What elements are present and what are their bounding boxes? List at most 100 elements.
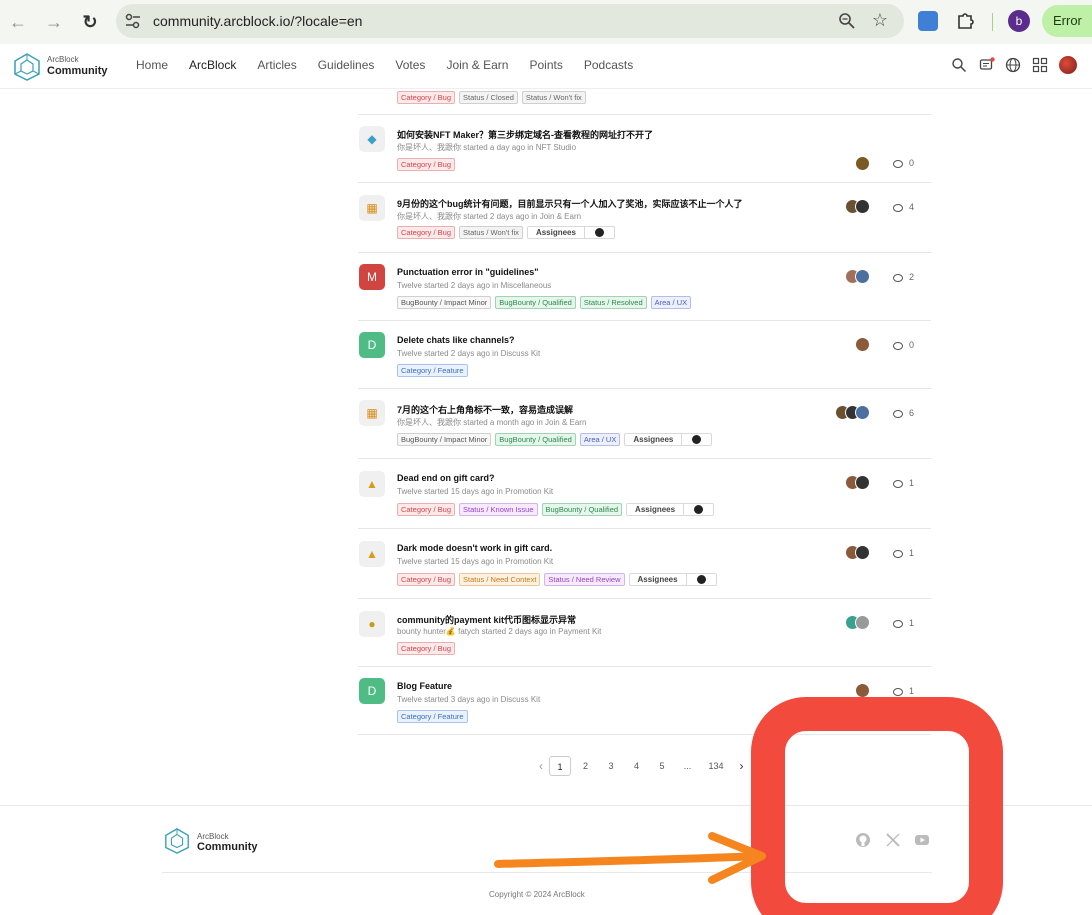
list-item[interactable]: ▲ Dark mode doesn't work in gift card. T… [358, 529, 931, 599]
profile-avatar[interactable]: b [1008, 10, 1030, 32]
list-item[interactable]: ▦ 7月的这个右上角角标不一致，容易造成误解 你是坏人、我跟你 started … [358, 389, 931, 459]
address-bar[interactable]: community.arcblock.io/?locale=en ☆ [116, 4, 904, 38]
comment-count: 4 [893, 202, 914, 212]
avatar [855, 475, 870, 490]
tag-status-need-review[interactable]: Status / Need Review [544, 573, 625, 586]
tag-bugbounty-minor[interactable]: BugBounty / Impact Minor [397, 296, 492, 309]
nav-join-earn[interactable]: Join & Earn [446, 58, 508, 72]
page-button[interactable]: 134 [702, 756, 730, 776]
tag-bugbounty-qualified[interactable]: BugBounty / Qualified [495, 433, 576, 446]
user-avatar[interactable] [1059, 56, 1077, 74]
error-button[interactable]: Error [1042, 5, 1092, 37]
comment-count: 0 [893, 340, 914, 350]
participant-avatars [855, 337, 870, 352]
pagination: ‹ 1 2 3 4 5 ... 134 › [533, 756, 750, 776]
avatar [855, 545, 870, 560]
post-title[interactable]: Dark mode doesn't work in gift card. [397, 543, 552, 553]
forward-icon[interactable]: → [42, 10, 66, 34]
post-title[interactable]: 9月份的这个bug统计有问题，目前显示只有一个人加入了奖池，实际应该不止一个人了 [397, 197, 743, 210]
footer-logo-subtitle: ArcBlock [197, 832, 229, 841]
list-item[interactable]: D Delete chats like channels? Twelve sta… [358, 321, 931, 389]
tag-category-bug[interactable]: Category / Bug [397, 91, 456, 104]
logo-title[interactable]: Community [47, 65, 108, 77]
post-title[interactable]: Punctuation error in "guidelines" [397, 267, 539, 277]
zoom-icon[interactable] [838, 12, 856, 30]
extension-icon[interactable] [918, 11, 938, 31]
page-button[interactable]: 5 [651, 756, 673, 776]
category-badge: D [359, 678, 385, 704]
url-text[interactable]: community.arcblock.io/?locale=en [153, 13, 362, 29]
x-twitter-icon[interactable] [885, 832, 901, 848]
tag-bugbounty-minor[interactable]: BugBounty / Impact Minor [397, 433, 492, 446]
post-title[interactable]: Delete chats like channels? [397, 335, 515, 345]
apps-grid-icon[interactable] [1032, 57, 1048, 73]
prev-page-icon[interactable]: ‹ [533, 759, 549, 773]
tag-area-ux[interactable]: Area / UX [650, 296, 692, 309]
avatar [855, 269, 870, 284]
list-item[interactable]: ● community的payment kit代币图标显示异常 bounty h… [358, 599, 931, 667]
arcblock-logo-icon[interactable] [12, 52, 42, 82]
tag-status-closed[interactable]: Status / Closed [459, 91, 518, 104]
youtube-icon[interactable] [914, 832, 930, 848]
tag-status-resolved[interactable]: Status / Resolved [579, 296, 647, 309]
tag-status-need-context[interactable]: Status / Need Context [459, 573, 541, 586]
logo-subtitle: ArcBlock [47, 55, 79, 64]
site-settings-icon[interactable] [124, 12, 142, 30]
tag-area-ux[interactable]: Area / UX [579, 433, 621, 446]
notifications-icon[interactable] [979, 57, 995, 73]
search-icon[interactable] [951, 57, 967, 73]
list-item[interactable]: M Punctuation error in "guidelines" Twel… [358, 253, 931, 321]
post-title[interactable]: Dead end on gift card? [397, 473, 495, 483]
assignees-field[interactable]: Assignees [624, 433, 713, 446]
reload-icon[interactable]: ↻ [78, 10, 102, 34]
participant-avatars [845, 475, 870, 490]
arcblock-logo-icon[interactable] [163, 826, 191, 856]
page-ellipsis: ... [683, 761, 692, 771]
page-button[interactable]: 2 [575, 756, 597, 776]
post-title[interactable]: 7月的这个右上角角标不一致，容易造成误解 [397, 403, 573, 416]
next-page-icon[interactable]: › [734, 759, 750, 773]
participant-avatars [845, 545, 870, 560]
nav-points[interactable]: Points [529, 58, 562, 72]
tag-category-bug[interactable]: Category / Bug [397, 573, 456, 586]
page-button[interactable]: 1 [549, 756, 571, 776]
post-title[interactable]: Blog Feature [397, 681, 452, 691]
tag-category-bug[interactable]: Category / Bug [397, 642, 456, 655]
nav-arcblock[interactable]: ArcBlock [189, 58, 236, 72]
site-header: ArcBlock Community Home ArcBlock Article… [0, 44, 1092, 89]
tag-category-feature[interactable]: Category / Feature [397, 364, 468, 377]
nav-votes[interactable]: Votes [395, 58, 425, 72]
tag-category-bug[interactable]: Category / Bug [397, 226, 456, 239]
page-button[interactable]: 3 [600, 756, 622, 776]
list-item[interactable]: ◆ 如何安装NFT Maker？第三步绑定域名-查看教程的网址打不开了 你是坏人… [358, 115, 931, 183]
list-item[interactable]: Category / Bug Status / Closed Status / … [358, 89, 931, 115]
list-item[interactable]: ▲ Dead end on gift card? Twelve started … [358, 459, 931, 529]
nav-guidelines[interactable]: Guidelines [318, 58, 375, 72]
tag-status-wont-fix[interactable]: Status / Won't fix [459, 226, 523, 239]
tag-status-wont-fix[interactable]: Status / Won't fix [521, 91, 586, 104]
extensions-puzzle-icon[interactable] [955, 10, 975, 32]
nav-home[interactable]: Home [136, 58, 168, 72]
post-title[interactable]: community的payment kit代币图标显示异常 [397, 613, 576, 626]
assignees-field[interactable]: Assignees [526, 226, 615, 239]
page-button[interactable]: 4 [626, 756, 648, 776]
list-item[interactable]: D Blog Feature Twelve started 3 days ago… [358, 667, 931, 735]
footer-logo-title[interactable]: Community [197, 841, 258, 853]
post-title[interactable]: 如何安装NFT Maker？第三步绑定域名-查看教程的网址打不开了 [397, 128, 653, 141]
money-bag-icon: ● [359, 611, 385, 637]
tag-bugbounty-qualified[interactable]: BugBounty / Qualified [541, 503, 623, 516]
back-icon[interactable]: ← [6, 10, 30, 34]
github-icon[interactable] [855, 832, 871, 848]
language-globe-icon[interactable] [1005, 57, 1021, 73]
tag-status-known-issue[interactable]: Status / Known Issue [459, 503, 538, 516]
nav-articles[interactable]: Articles [257, 58, 296, 72]
assignees-field[interactable]: Assignees [626, 503, 715, 516]
tag-category-feature[interactable]: Category / Feature [397, 710, 468, 723]
nav-podcasts[interactable]: Podcasts [584, 58, 633, 72]
tag-bugbounty-qualified[interactable]: BugBounty / Qualified [495, 296, 576, 309]
tag-category-bug[interactable]: Category / Bug [397, 158, 456, 171]
tag-category-bug[interactable]: Category / Bug [397, 503, 456, 516]
assignees-field[interactable]: Assignees [628, 573, 717, 586]
list-item[interactable]: ▦ 9月份的这个bug统计有问题，目前显示只有一个人加入了奖池，实际应该不止一个… [358, 183, 931, 253]
bookmark-star-icon[interactable]: ☆ [872, 10, 888, 31]
